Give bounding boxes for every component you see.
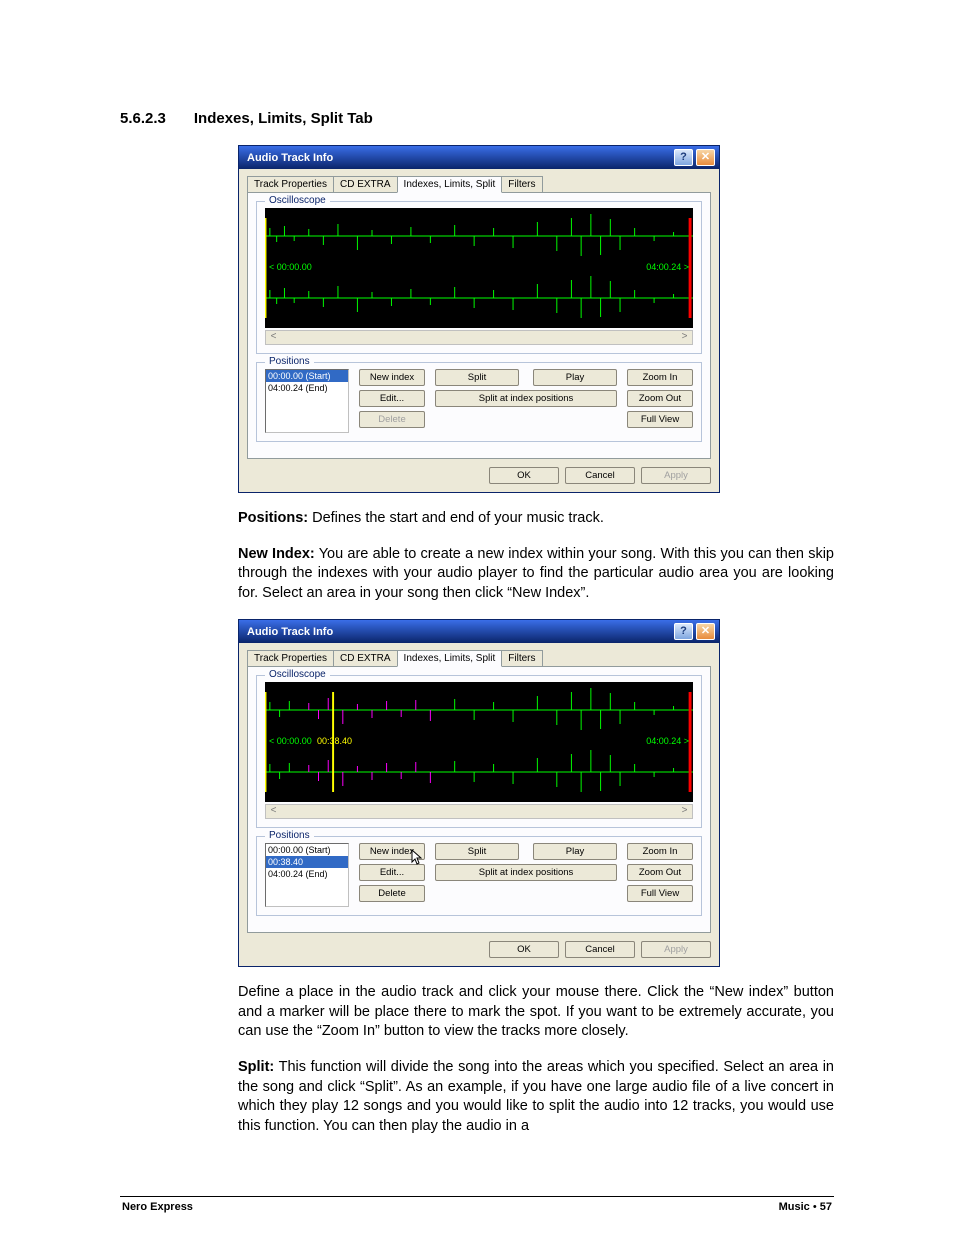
tab-filters[interactable]: Filters: [501, 176, 542, 193]
cancel-button[interactable]: Cancel: [565, 467, 635, 484]
footer-left: Nero Express: [122, 1201, 193, 1213]
body-text: New Index: You are able to create a new …: [238, 545, 834, 604]
play-button[interactable]: Play: [533, 369, 617, 386]
zoom-out-button[interactable]: Zoom Out: [627, 864, 693, 881]
delete-button[interactable]: Delete: [359, 411, 425, 428]
apply-button[interactable]: Apply: [641, 941, 711, 958]
positions-list[interactable]: 00:00.00 (Start) 00:38.40 04:00.24 (End): [265, 843, 349, 907]
list-item[interactable]: 00:00.00 (Start): [266, 370, 348, 382]
zoom-out-button[interactable]: Zoom Out: [627, 390, 693, 407]
zoom-in-button[interactable]: Zoom In: [627, 843, 693, 860]
window-title: Audio Track Info: [247, 152, 333, 164]
tab-track-properties[interactable]: Track Properties: [247, 176, 334, 193]
help-button[interactable]: ?: [674, 149, 693, 166]
positions-heading: Positions:: [238, 510, 308, 526]
split-at-index-button[interactable]: Split at index positions: [435, 864, 617, 881]
split-at-index-button[interactable]: Split at index positions: [435, 390, 617, 407]
list-item[interactable]: 00:38.40: [266, 856, 348, 868]
oscilloscope-group: Oscilloscope: [256, 201, 702, 354]
body-text: Define a place in the audio track and cl…: [238, 983, 834, 1042]
timecode-end: 04:00.24 >: [646, 262, 689, 272]
list-item[interactable]: 00:00.00 (Start): [266, 844, 348, 856]
audio-track-info-dialog-1: Audio Track Info ? ✕ Track Properties CD…: [238, 145, 720, 493]
positions-group: Positions 00:00.00 (Start) 04:00.24 (End…: [256, 362, 702, 442]
oscilloscope-label: Oscilloscope: [265, 195, 330, 206]
titlebar[interactable]: Audio Track Info ? ✕: [239, 620, 719, 643]
oscilloscope-scrollbar[interactable]: < >: [265, 330, 693, 345]
positions-list[interactable]: 00:00.00 (Start) 04:00.24 (End): [265, 369, 349, 433]
oscilloscope-display[interactable]: < 00:00.00 04:00.24 >: [265, 208, 693, 328]
help-button[interactable]: ?: [674, 623, 693, 640]
timecode-start: < 00:00.00: [269, 736, 312, 746]
body-text: Split: This function will divide the son…: [238, 1058, 834, 1136]
titlebar[interactable]: Audio Track Info ? ✕: [239, 146, 719, 169]
ok-button[interactable]: OK: [489, 467, 559, 484]
window-title: Audio Track Info: [247, 626, 333, 638]
tab-indexes-limits-split[interactable]: Indexes, Limits, Split: [397, 650, 503, 667]
apply-button[interactable]: Apply: [641, 467, 711, 484]
timecode-end: 04:00.24 >: [646, 736, 689, 746]
footer-section: Music: [779, 1201, 810, 1213]
delete-button[interactable]: Delete: [359, 885, 425, 902]
zoom-in-button[interactable]: Zoom In: [627, 369, 693, 386]
positions-group-label: Positions: [265, 356, 314, 367]
footer-page: 57: [820, 1201, 832, 1213]
split-heading: Split:: [238, 1059, 274, 1075]
footer-right: Music • 57: [779, 1201, 832, 1213]
oscilloscope-group: Oscilloscope: [256, 675, 702, 828]
tab-cd-extra[interactable]: CD EXTRA: [333, 176, 398, 193]
section-title: Indexes, Limits, Split Tab: [194, 110, 373, 127]
audio-track-info-dialog-2: Audio Track Info ? ✕ Track Properties CD…: [238, 619, 720, 967]
tab-track-properties[interactable]: Track Properties: [247, 650, 334, 667]
positions-group-label: Positions: [265, 830, 314, 841]
cursor-icon: [411, 849, 425, 867]
list-item[interactable]: 04:00.24 (End): [266, 868, 348, 880]
body-text: Positions: Defines the start and end of …: [238, 509, 834, 529]
tab-filters[interactable]: Filters: [501, 650, 542, 667]
cancel-button[interactable]: Cancel: [565, 941, 635, 958]
tab-cd-extra[interactable]: CD EXTRA: [333, 650, 398, 667]
scroll-right-icon[interactable]: >: [677, 331, 692, 344]
oscilloscope-label: Oscilloscope: [265, 669, 330, 680]
split-button[interactable]: Split: [435, 843, 519, 860]
split-button[interactable]: Split: [435, 369, 519, 386]
oscilloscope-scrollbar[interactable]: < >: [265, 804, 693, 819]
newindex-body: You are able to create a new index withi…: [238, 546, 834, 601]
footer-dot: •: [810, 1201, 820, 1213]
full-view-button[interactable]: Full View: [627, 411, 693, 428]
scroll-right-icon[interactable]: >: [677, 805, 692, 818]
tab-indexes-limits-split[interactable]: Indexes, Limits, Split: [397, 176, 503, 193]
split-body: This function will divide the song into …: [238, 1059, 834, 1134]
play-button[interactable]: Play: [533, 843, 617, 860]
close-button[interactable]: ✕: [696, 623, 715, 640]
close-button[interactable]: ✕: [696, 149, 715, 166]
scroll-left-icon[interactable]: <: [266, 805, 281, 818]
footer-rule: [120, 1196, 834, 1197]
oscilloscope-display[interactable]: < 00:00.00 00:38.40 04:00.24 >: [265, 682, 693, 802]
list-item[interactable]: 04:00.24 (End): [266, 382, 348, 394]
section-number: 5.6.2.3: [120, 110, 166, 127]
timecode-start: < 00:00.00: [269, 262, 312, 272]
ok-button[interactable]: OK: [489, 941, 559, 958]
newindex-heading: New Index:: [238, 546, 315, 562]
full-view-button[interactable]: Full View: [627, 885, 693, 902]
new-index-button[interactable]: New index: [359, 369, 425, 386]
positions-body: Defines the start and end of your music …: [308, 510, 604, 526]
positions-group: Positions 00:00.00 (Start) 00:38.40 04:0…: [256, 836, 702, 916]
timecode-mid: 00:38.40: [317, 736, 352, 746]
edit-button[interactable]: Edit...: [359, 390, 425, 407]
scroll-left-icon[interactable]: <: [266, 331, 281, 344]
